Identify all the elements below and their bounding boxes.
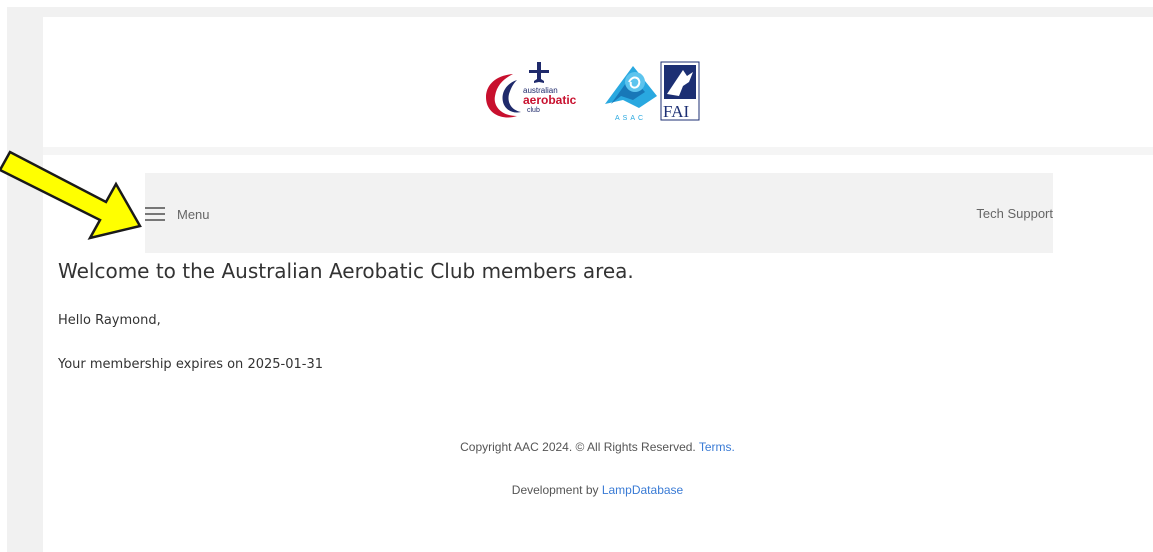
aac-logo-line2: aerobatic: [523, 93, 577, 107]
development-prefix: Development by: [511, 483, 602, 497]
navbar: Menu Tech Support: [145, 173, 1053, 253]
page: australian aerobatic club ASAC FAI Menu …: [0, 0, 1153, 552]
fai-logo-text: FAI: [663, 102, 689, 121]
terms-link[interactable]: Terms.: [699, 440, 735, 454]
annotation-arrow-icon: [0, 150, 142, 240]
outer-frame-top: [7, 7, 1153, 17]
greeting-text: Hello Raymond,: [58, 313, 161, 328]
fai-logo[interactable]: FAI: [660, 61, 700, 121]
asac-logo-text: ASAC: [615, 115, 646, 122]
club-logos: australian aerobatic club ASAC FAI: [486, 61, 700, 122]
footer-development: Development by LampDatabase: [0, 483, 1153, 497]
menu-label[interactable]: Menu: [177, 207, 210, 222]
membership-expiry: Your membership expires on 2025-01-31: [58, 357, 323, 372]
membership-expiry-prefix: Your membership expires on: [58, 357, 248, 372]
aac-logo[interactable]: australian aerobatic club: [486, 62, 577, 118]
footer-copyright: Copyright AAC 2024. © All Rights Reserve…: [0, 440, 1153, 454]
lampdatabase-link[interactable]: LampDatabase: [602, 483, 683, 497]
aac-logo-line3: club: [527, 107, 540, 114]
tech-support-link[interactable]: Tech Support: [976, 206, 1053, 221]
outer-frame-left: [7, 7, 43, 552]
header-divider: [43, 147, 1153, 155]
membership-expiry-date: 2025-01-31: [247, 357, 323, 372]
welcome-heading: Welcome to the Australian Aerobatic Club…: [58, 259, 634, 283]
asac-logo[interactable]: ASAC: [605, 66, 657, 122]
menu-toggle[interactable]: Menu: [145, 203, 210, 225]
copyright-text: Copyright AAC 2024. © All Rights Reserve…: [460, 440, 699, 454]
